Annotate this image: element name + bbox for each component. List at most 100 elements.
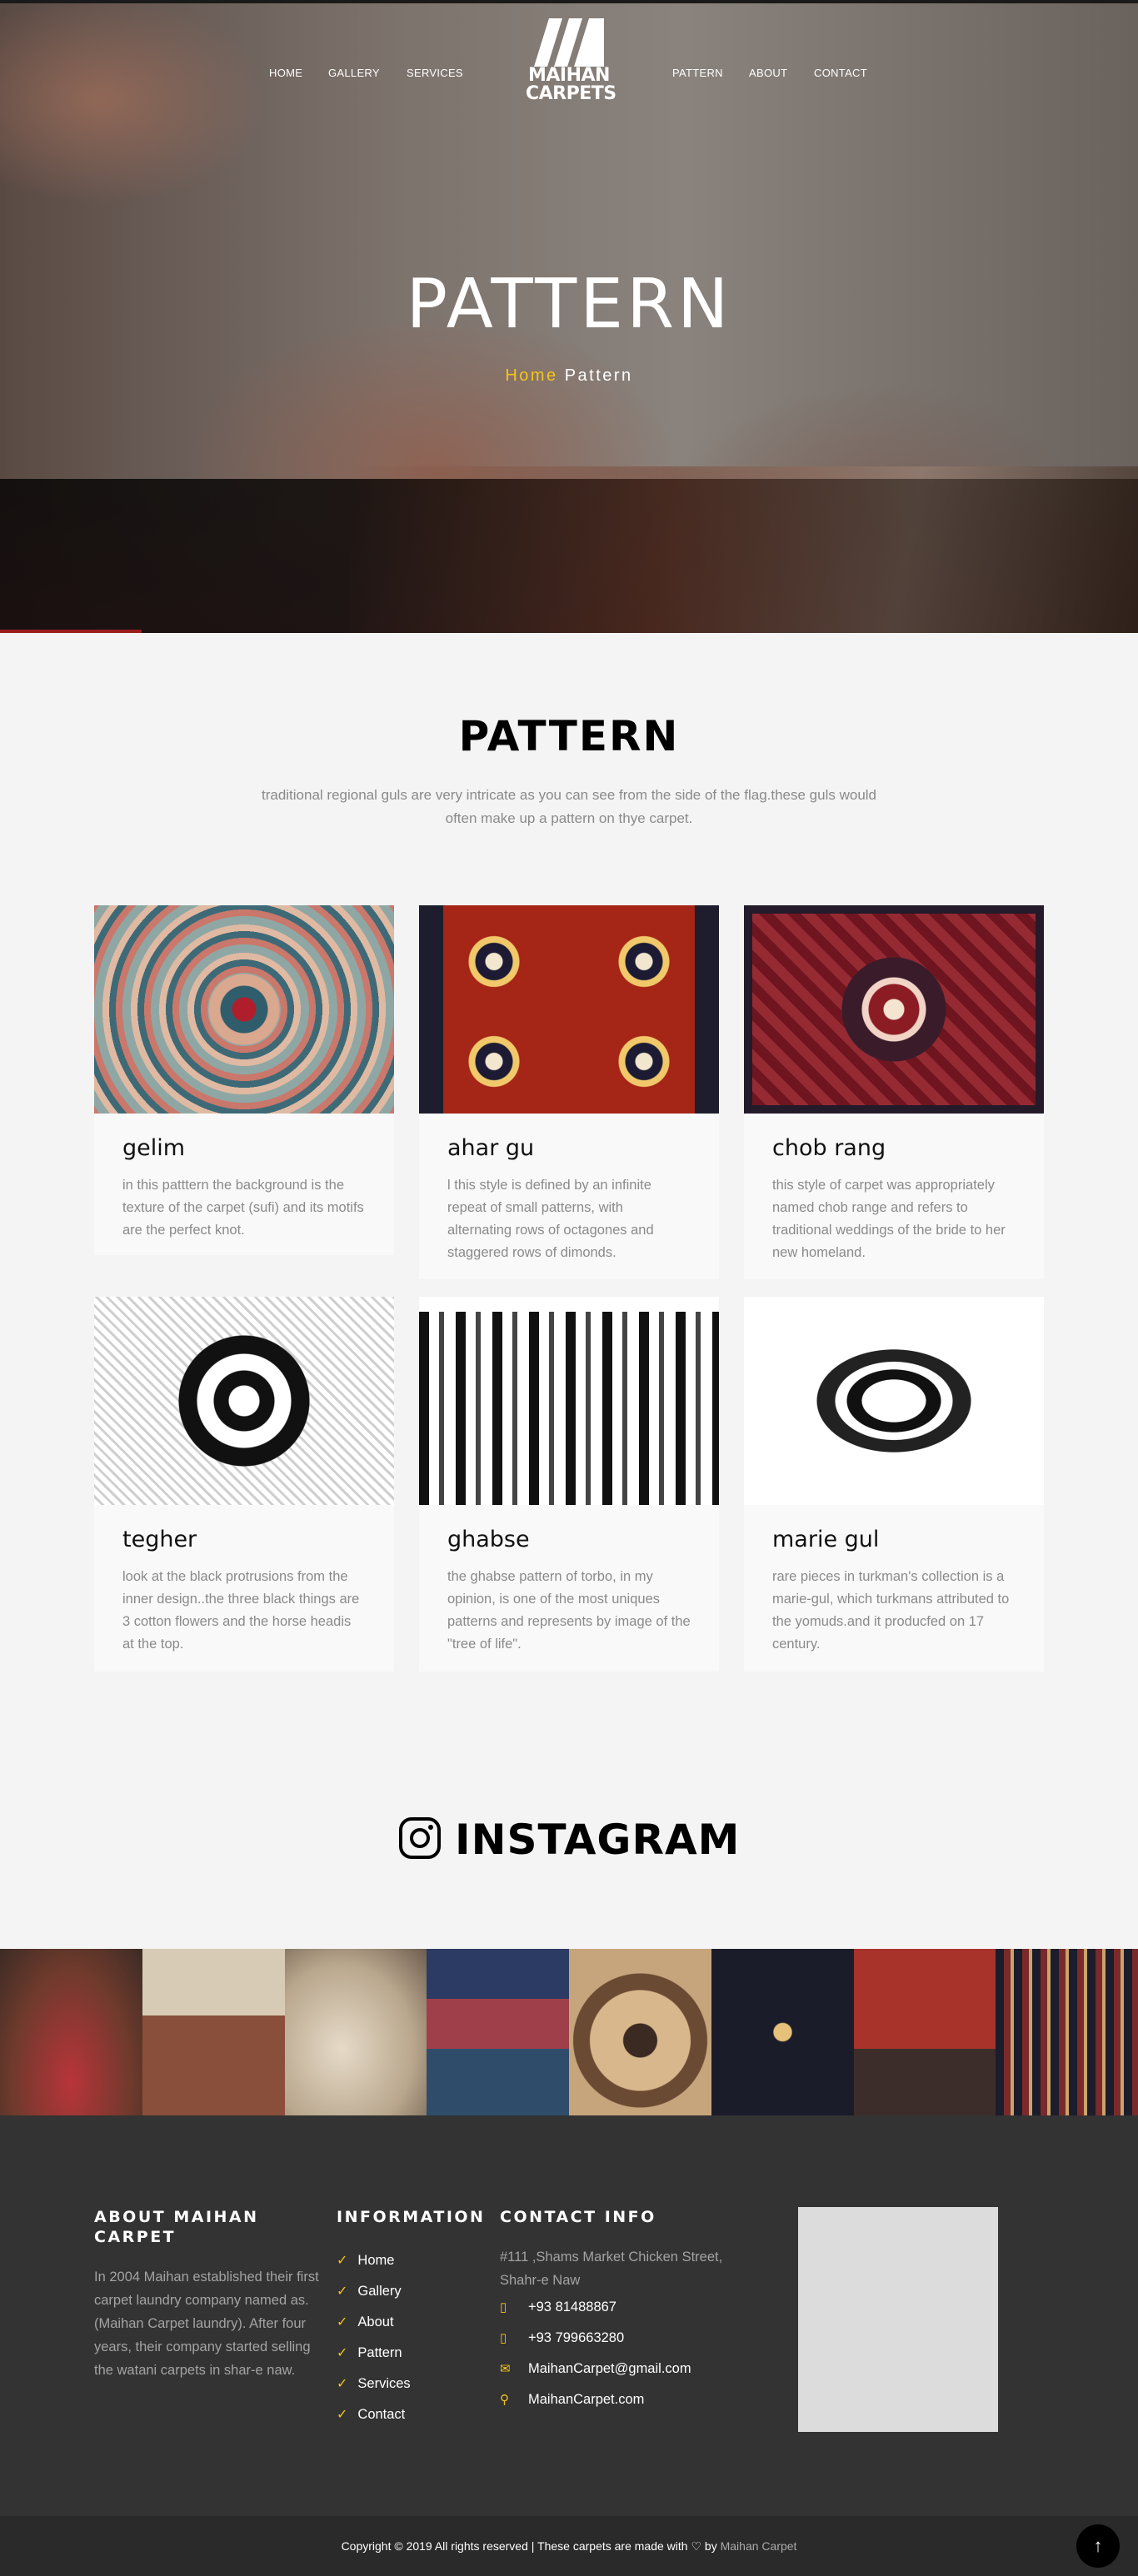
hero-accent-line: [0, 630, 142, 633]
footer-links: ✓ Home ✓ Gallery ✓ About ✓ Pattern ✓ Services…: [337, 2245, 485, 2430]
footer-link-home[interactable]: ✓ Home: [337, 2245, 485, 2276]
footer-map[interactable]: [798, 2207, 998, 2432]
card-title: marie gul: [772, 1527, 880, 1552]
footer-link-gallery[interactable]: ✓ Gallery: [337, 2276, 485, 2307]
section-description: traditional regional guls are very intri…: [261, 787, 877, 826]
phone-icon: ▯: [500, 2300, 507, 2314]
phone-value: +93 81488867: [528, 2299, 616, 2314]
footer-info-title: INFORMATION: [337, 2208, 486, 2226]
footer-contact: CONTACT INFO #111 ,Shams Market Chicken …: [500, 2207, 758, 2415]
footer-email[interactable]: ✉ MaihanCarpet@gmail.com: [500, 2354, 758, 2384]
instagram-photo[interactable]: [284, 1949, 427, 2115]
footer-link-about[interactable]: ✓ About: [337, 2307, 485, 2338]
back-to-top-button[interactable]: ↑: [1076, 2524, 1120, 2568]
copyright-by: by: [704, 2539, 717, 2553]
check-icon: ✓: [337, 2254, 348, 2268]
pattern-card-chob-rang[interactable]: chob rang this style of carpet was appro…: [744, 905, 1044, 1279]
copyright-brand-link[interactable]: Maihan Carpet: [721, 2539, 797, 2553]
pattern-card-marie-gul[interactable]: marie gul rare pieces in turkman's colle…: [744, 1297, 1044, 1672]
instagram-photo[interactable]: [427, 1949, 569, 2115]
site-logo[interactable]: MAIHAN CARPETS: [526, 17, 616, 117]
site-footer: ABOUT MAIHAN CARPET In 2004 Maihan estab…: [0, 2115, 1138, 2516]
check-icon: ✓: [337, 2346, 348, 2360]
pattern-card-ghabse[interactable]: ghabse the ghabse pattern of torbo, in m…: [419, 1297, 719, 1672]
breadcrumb-current: Pattern: [564, 366, 633, 385]
instagram-photo[interactable]: [0, 1949, 142, 2115]
footer-information: INFORMATION ✓ Home ✓ Gallery ✓ About ✓ Patte…: [337, 2207, 485, 2430]
footer-about-title: ABOUT MAIHAN CARPET: [94, 2208, 259, 2246]
card-title: ahar gu: [447, 1135, 535, 1161]
instagram-photo[interactable]: [569, 1949, 711, 2115]
footer-link-services[interactable]: ✓ Services: [337, 2369, 485, 2399]
envelope-icon: ✉: [500, 2362, 511, 2376]
carpet-image: [419, 1297, 719, 1505]
instagram-photo[interactable]: [996, 1949, 1138, 2115]
card-title: gelim: [122, 1135, 186, 1161]
footer-link-label: Home: [357, 2253, 395, 2268]
pattern-card-tegher[interactable]: tegher look at the black protrusions fro…: [94, 1297, 394, 1672]
hero-bg-carpet: [350, 466, 1138, 633]
instagram-photo[interactable]: [711, 1949, 854, 2115]
nav-pattern[interactable]: PATTERN: [672, 67, 723, 79]
copyright-bar: Copyright © 2019 All rights reserved | T…: [0, 2516, 1138, 2576]
logo-text-line2: CARPETS: [526, 83, 616, 104]
footer-link-label: Contact: [357, 2407, 406, 2422]
instagram-section: INSTAGRAM: [0, 1726, 1138, 2115]
check-icon: ✓: [337, 2285, 348, 2299]
footer-phone-2[interactable]: ▯ +93 799663280: [500, 2323, 758, 2354]
pattern-card-ahar-gu[interactable]: ahar gu l this style is defined by an in…: [419, 905, 719, 1279]
footer-link-label: Pattern: [357, 2345, 402, 2360]
hero-banner: HOME GALLERY SERVICES MAIHAN CARPETS PAT…: [0, 0, 1138, 633]
card-text: rare pieces in turkman's collection is a…: [772, 1569, 1010, 1652]
phone-icon: ▯: [500, 2331, 507, 2345]
footer-link-pattern[interactable]: ✓ Pattern: [337, 2338, 485, 2369]
footer-about: ABOUT MAIHAN CARPET In 2004 Maihan estab…: [94, 2207, 319, 2382]
instagram-photo[interactable]: [142, 1949, 285, 2115]
pattern-section: PATTERN traditional regional guls are ve…: [0, 633, 1138, 1726]
card-title: ghabse: [447, 1527, 530, 1552]
arrow-up-icon: ↑: [1093, 2535, 1103, 2556]
card-text: look at the black protrusions from the i…: [122, 1569, 360, 1652]
footer-about-text: In 2004 Maihan established their first c…: [94, 2270, 319, 2378]
nav-gallery[interactable]: GALLERY: [328, 67, 380, 79]
card-title: chob rang: [772, 1135, 886, 1161]
carpet-image: [744, 905, 1044, 1114]
check-icon: ✓: [337, 2315, 348, 2329]
logo-mark-icon: [534, 18, 604, 67]
check-icon: ✓: [337, 2408, 348, 2422]
hero-title: PATTERN: [406, 265, 732, 344]
heart-icon: ♡: [691, 2539, 702, 2553]
footer-link-label: Services: [357, 2376, 411, 2391]
footer-address: #111 ,Shams Market Chicken Street, Shahr…: [500, 2250, 723, 2288]
instagram-title: INSTAGRAM: [455, 1816, 741, 1864]
email-value: MaihanCarpet@gmail.com: [528, 2361, 691, 2376]
breadcrumb-home-link[interactable]: Home: [505, 366, 557, 385]
map-pin-icon: ⚲: [500, 2393, 509, 2407]
footer-link-contact[interactable]: ✓ Contact: [337, 2399, 485, 2430]
section-title: PATTERN: [458, 712, 680, 760]
main-nav: HOME GALLERY SERVICES MAIHAN CARPETS PAT…: [0, 0, 1138, 125]
instagram-photo[interactable]: [853, 1949, 996, 2115]
phone-value: +93 799663280: [528, 2330, 625, 2345]
instagram-header: INSTAGRAM: [0, 1726, 1138, 1949]
pattern-grid: gelim in this patttern the background is…: [0, 905, 1138, 1726]
nav-about[interactable]: ABOUT: [749, 67, 787, 79]
footer-contact-title: CONTACT INFO: [500, 2208, 656, 2226]
logo-text-line1: MAIHAN: [528, 65, 610, 86]
footer-link-label: Gallery: [357, 2284, 402, 2299]
carpet-image: [419, 905, 719, 1114]
card-text: in this patttern the background is the t…: [122, 1178, 364, 1238]
footer-phone-1[interactable]: ▯ +93 81488867: [500, 2292, 758, 2323]
pattern-header: PATTERN traditional regional guls are ve…: [0, 633, 1138, 830]
nav-home[interactable]: HOME: [269, 67, 302, 79]
check-icon: ✓: [337, 2377, 348, 2391]
footer-website[interactable]: ⚲ MaihanCarpet.com: [500, 2384, 758, 2415]
nav-contact[interactable]: CONTACT: [814, 67, 867, 79]
card-text: l this style is defined by an infinite r…: [447, 1178, 654, 1260]
instagram-icon: [398, 1816, 442, 1864]
pattern-card-gelim[interactable]: gelim in this patttern the background is…: [94, 905, 394, 1255]
nav-services[interactable]: SERVICES: [407, 67, 463, 79]
copyright-text: Copyright © 2019 All rights reserved | T…: [341, 2539, 688, 2553]
card-title: tegher: [122, 1527, 197, 1552]
instagram-feed: [0, 1949, 1138, 2115]
